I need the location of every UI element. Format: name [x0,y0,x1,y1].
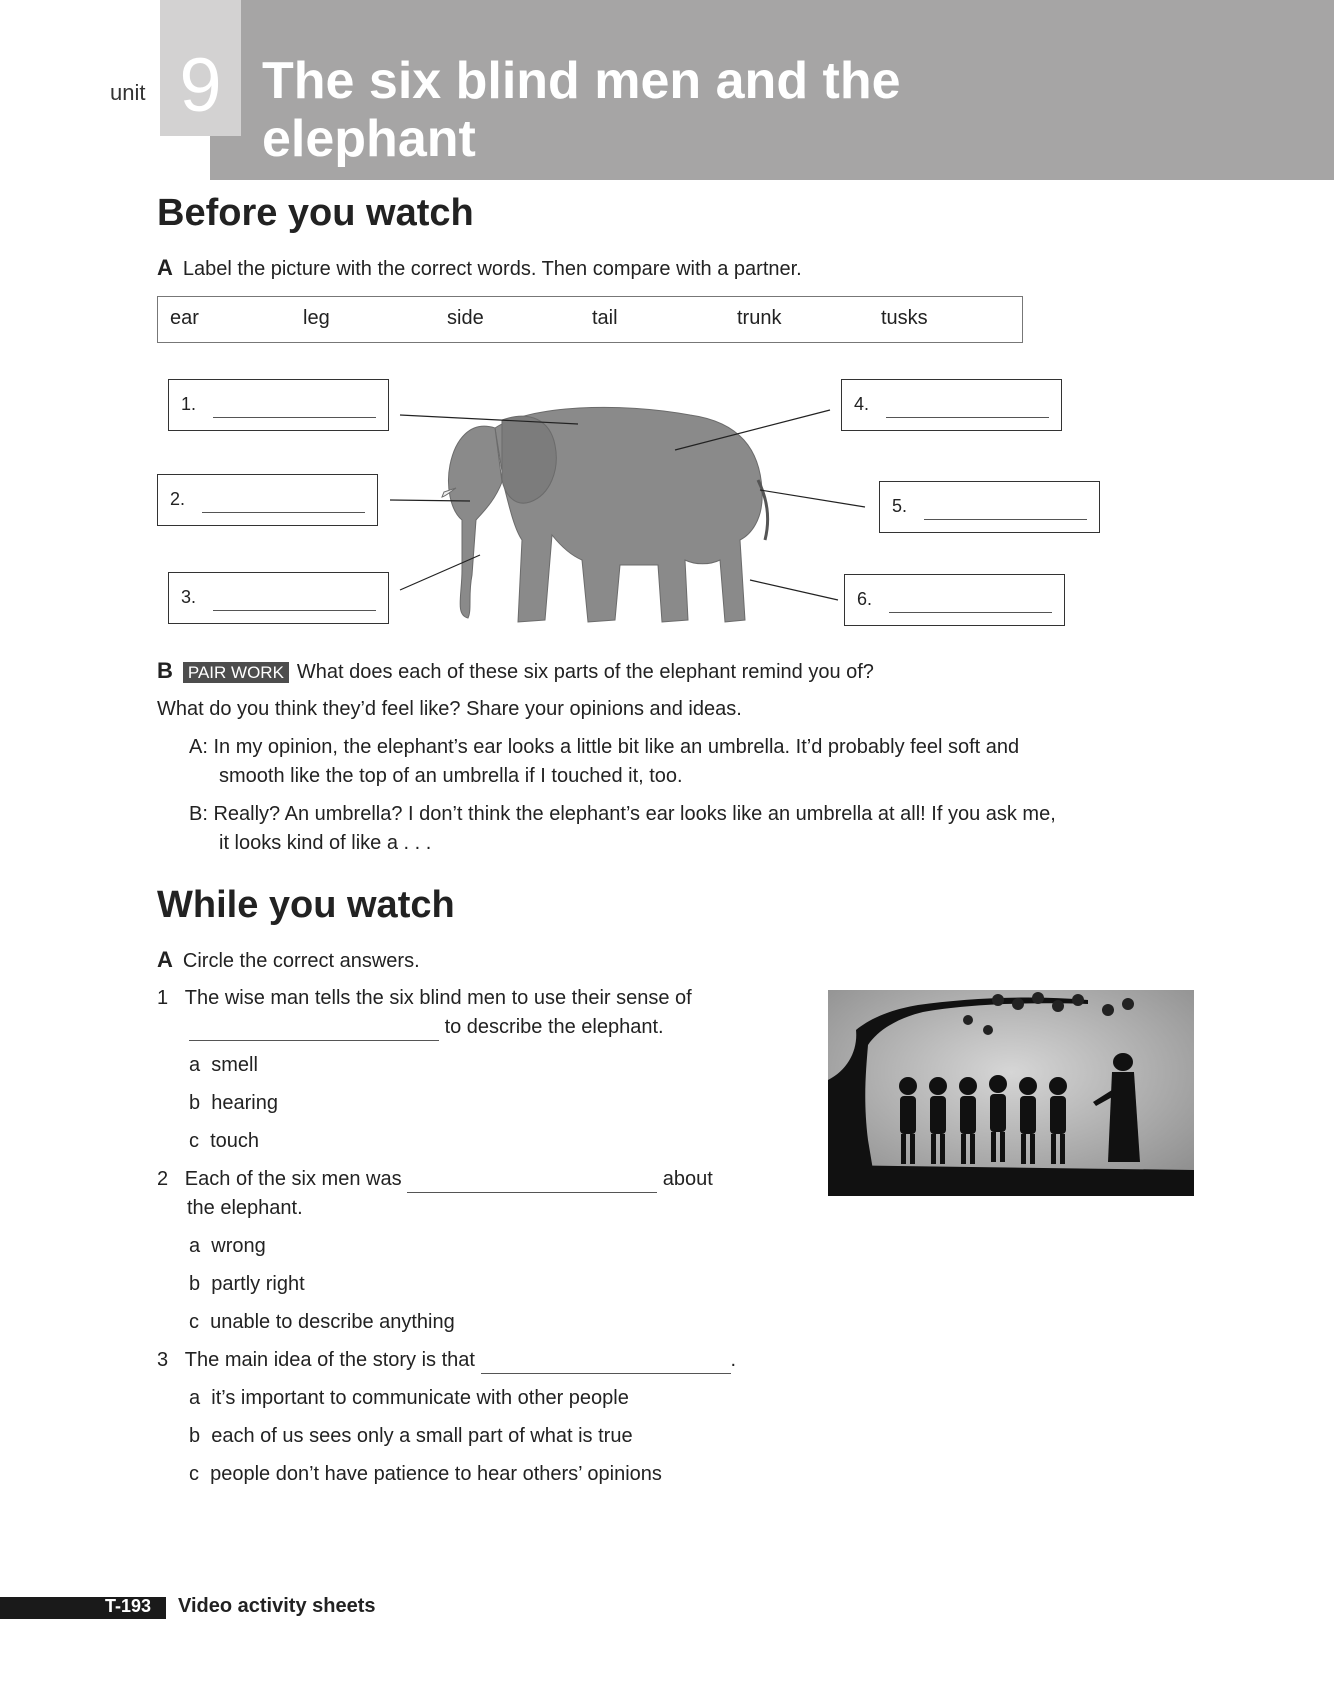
question-2-line-2: the elephant. [187,1197,303,1219]
answer-blank[interactable] [202,512,365,513]
option-text: unable to describe anything [210,1311,455,1333]
answer-blank[interactable] [886,417,1049,418]
exercise-a-while-instruction: A Circle the correct answers. [157,946,420,975]
word-trunk: trunk [737,307,782,329]
answer-blank[interactable] [480,1351,731,1374]
label-number: 6. [857,589,873,609]
question-text: Each of the six men was [184,1168,402,1190]
question-text: . [730,1349,737,1371]
option-letter: b [189,1273,201,1295]
option-2b[interactable]: b partly right [189,1270,305,1298]
word-ear: ear [170,307,199,329]
pair-work-badge: PAIR WORK [182,662,289,683]
option-letter: c [189,1463,199,1485]
instruction-text: What does each of these six parts of the… [296,661,874,683]
answer-blank[interactable] [924,519,1087,520]
exercise-b-instruction: B PAIR WORK What does each of these six pa… [157,657,874,687]
answer-blank[interactable] [213,610,376,611]
option-letter: c [189,1311,199,1333]
option-2c[interactable]: c unable to describe anything [189,1308,455,1336]
exercise-letter: B [157,658,173,683]
word-leg: leg [303,307,330,329]
option-letter: b [189,1092,201,1114]
instruction-text: Label the picture with the correct words… [182,258,802,280]
option-letter: a [189,1235,201,1257]
question-text: The main idea of the story is that [184,1349,475,1371]
answer-blank[interactable] [213,417,376,418]
option-1a[interactable]: a smell [189,1051,258,1079]
option-text: it’s important to communicate with other… [211,1387,629,1409]
label-number: 1. [181,394,197,414]
label-box-1: 1. [168,379,389,431]
dialog-b-line-2: it looks kind of like a . . . [219,832,432,854]
exercise-a-instruction: A Label the picture with the correct word… [157,254,802,283]
word-box: ear leg side tail trunk tusks [157,296,1023,343]
exercise-letter: A [157,255,173,280]
label-box-6: 6. [844,574,1065,626]
option-letter: c [189,1130,199,1152]
option-2a[interactable]: a wrong [189,1232,266,1260]
unit-label: unit [110,80,146,105]
question-1: 1 The wise man tells the six blind men t… [157,984,692,1012]
option-letter: b [189,1425,201,1447]
exercise-letter: A [157,947,173,972]
question-3: 3 The main idea of the story is that . [157,1346,736,1374]
option-3a[interactable]: a it’s important to communicate with oth… [189,1384,629,1412]
label-number: 5. [892,496,908,516]
question-text: The wise man tells the six blind men to … [184,987,692,1009]
option-3b[interactable]: b each of us sees only a small part of w… [189,1422,633,1450]
footer-label: Video activity sheets [178,1595,376,1617]
option-1c[interactable]: c touch [189,1127,259,1155]
label-box-3: 3. [168,572,389,624]
option-text: each of us sees only a small part of wha… [211,1425,633,1447]
label-number: 2. [170,489,186,509]
dialog-a-line-2: smooth like the top of an umbrella if I … [219,765,683,787]
page-number: T-193 [105,1596,152,1616]
option-text: partly right [211,1273,305,1295]
question-text: to describe the elephant. [444,1016,664,1038]
option-text: smell [211,1054,258,1076]
word-side: side [447,307,484,329]
question-number: 1 [157,987,169,1009]
option-text: hearing [211,1092,278,1114]
exercise-b-instruction-2: What do you think they’d feel like? Shar… [157,698,742,720]
option-letter: a [189,1387,201,1409]
question-2: 2 Each of the six men was about [157,1165,713,1193]
label-box-2: 2. [157,474,378,526]
option-text: people don’t have patience to hear other… [210,1463,662,1485]
unit-number: 9 [179,43,222,128]
option-1b[interactable]: b hearing [189,1089,278,1117]
option-3c[interactable]: c people don’t have patience to hear oth… [189,1460,662,1488]
label-box-5: 5. [879,481,1100,533]
dialog-b-line-1: B: Really? An umbrella? I don’t think th… [189,803,1056,825]
option-letter: a [189,1054,201,1076]
section-heading-while: While you watch [157,884,455,926]
option-text: touch [210,1130,260,1152]
word-tusks: tusks [881,307,928,329]
label-number: 3. [181,587,197,607]
answer-blank[interactable] [189,1018,439,1041]
question-1-line-2: to describe the elephant. [189,1013,664,1041]
option-text: wrong [211,1235,266,1257]
label-number: 4. [854,394,870,414]
answer-blank[interactable] [889,612,1052,613]
question-number: 2 [157,1168,169,1190]
dialog-a-line-1: A: In my opinion, the elephant’s ear loo… [189,736,1020,758]
question-text: about [662,1168,713,1190]
question-number: 3 [157,1349,169,1371]
story-illustration [828,990,1194,1196]
instruction-text: Circle the correct answers. [182,950,420,972]
section-heading-before: Before you watch [157,192,474,234]
label-box-4: 4. [841,379,1062,431]
page-title: The six blind men and the elephant [262,52,901,168]
answer-blank[interactable] [407,1170,658,1193]
word-tail: tail [592,307,618,329]
elephant-illustration [441,406,770,623]
